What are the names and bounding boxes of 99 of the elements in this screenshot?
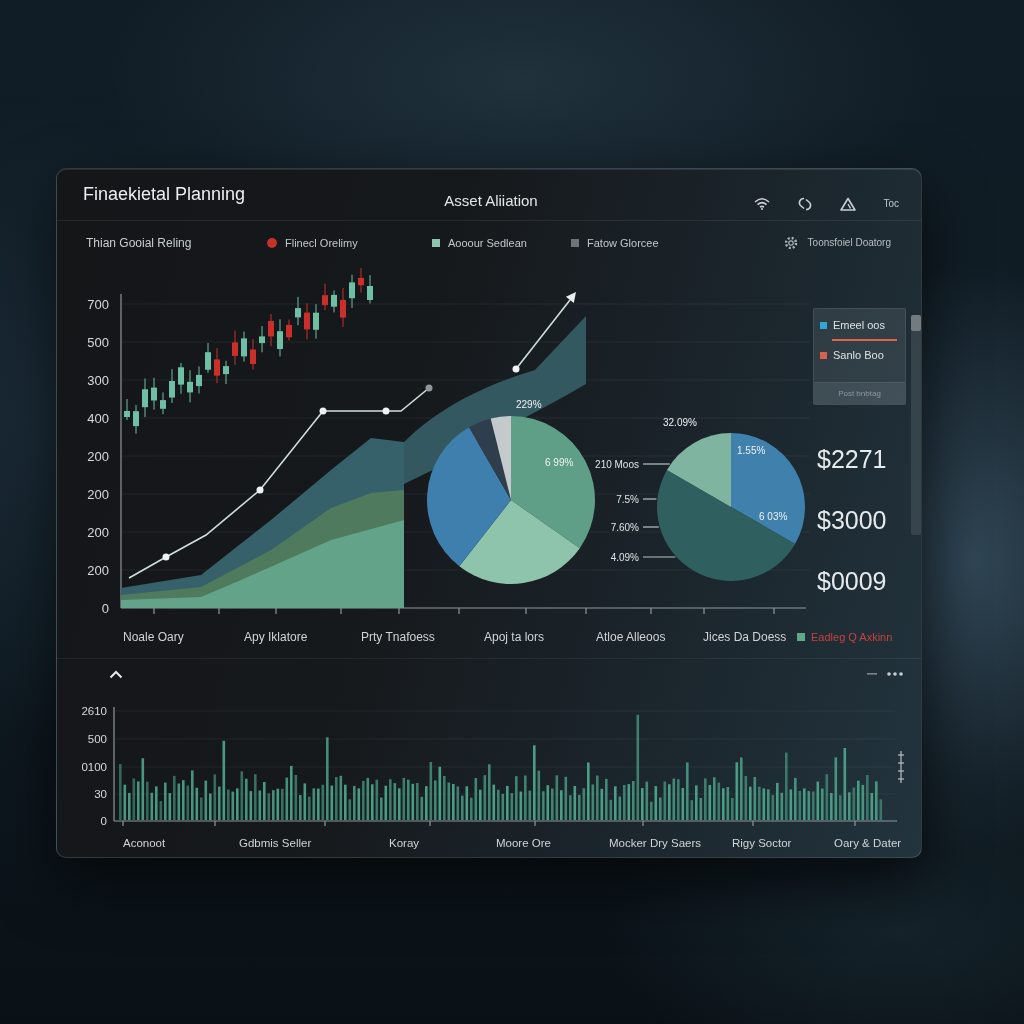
legend-label: Eadleg Q Axkinn <box>811 631 893 644</box>
dashboard-title: Finaekietal Planning <box>83 184 246 206</box>
callout-label: 7.5% <box>616 493 639 505</box>
candlestick <box>232 330 238 366</box>
axis-label: Mocker Dry Saers <box>609 837 702 849</box>
axis-label: Jices Da Doess <box>703 630 787 645</box>
candlestick <box>250 338 256 371</box>
section-title: Asset Aliiation <box>444 191 538 210</box>
candlestick <box>178 362 184 395</box>
candlestick <box>223 360 229 385</box>
data-point <box>425 384 433 392</box>
candlestick <box>331 290 337 313</box>
candlestick <box>367 274 373 304</box>
minimize-icon[interactable] <box>867 672 877 676</box>
candlestick <box>286 319 292 342</box>
candlestick <box>259 325 265 353</box>
candlestick <box>313 303 319 340</box>
scrollbar-track[interactable] <box>911 315 921 536</box>
candlestick <box>304 302 310 340</box>
axis-label: Noale Oary <box>123 630 184 645</box>
leader-line <box>642 556 676 558</box>
data-point <box>382 407 390 415</box>
amount-value: $0009 <box>817 566 887 598</box>
candlestick <box>151 377 157 411</box>
axis-label: 500 <box>87 334 109 350</box>
candlestick <box>340 287 346 328</box>
axis-label: 200 <box>87 486 109 502</box>
axis-label: Oary & Dater <box>834 837 902 849</box>
candlestick <box>277 318 283 357</box>
axis-label: Atloe Alleoos <box>596 630 666 645</box>
axis-label: 400 <box>87 410 109 426</box>
axis-label: 2610 <box>81 705 107 717</box>
refresh-icon[interactable] <box>797 196 814 211</box>
candlestick <box>187 369 193 403</box>
axis-label: Aconoot <box>123 837 166 849</box>
data-point <box>256 486 264 494</box>
axis-label: 500 <box>87 733 107 745</box>
pie-label: 1.55% <box>737 445 766 457</box>
callout-label: 210 Moos <box>595 458 639 470</box>
candlestick <box>169 368 175 404</box>
caption-text: Thian Gooial Reling <box>86 235 193 250</box>
wifi-icon[interactable] <box>754 197 771 211</box>
more-icon[interactable] <box>887 672 903 676</box>
candlestick <box>160 391 166 415</box>
candlestick <box>214 347 220 384</box>
legend-swatch-icon <box>797 633 805 642</box>
axis-label: 0100 <box>81 761 107 773</box>
legend-label: Fatow Glorcee <box>587 236 659 249</box>
axis-label: 0 <box>100 815 107 827</box>
axis-label: 200 <box>87 524 109 540</box>
axis-label: Apoj ta lors <box>484 630 545 645</box>
pie-label: 6 99% <box>545 457 574 469</box>
scrollbar-thumb[interactable] <box>911 315 921 332</box>
scale-marker-icon <box>897 750 905 784</box>
settings-icon[interactable] <box>783 235 798 250</box>
candlestick <box>205 342 211 374</box>
pie-label: 229% <box>516 399 542 411</box>
axis-label: 200 <box>87 448 109 464</box>
candlestick <box>241 331 247 363</box>
callout-label: 7.60% <box>610 521 639 533</box>
axis-label: 200 <box>87 562 109 578</box>
pie-label: 32.09% <box>663 417 697 429</box>
axis-label: Apy Iklatore <box>244 630 308 645</box>
data-point <box>512 365 520 373</box>
callout-label: 4.09% <box>610 551 639 563</box>
axis-label: 30 <box>94 788 107 800</box>
axis-label: Koray <box>389 837 420 849</box>
leader-line <box>642 498 657 500</box>
settings-label: Toonsfoiel Doatorg <box>807 237 891 249</box>
pie-label: 6 03% <box>759 511 788 523</box>
leader-line <box>642 526 660 528</box>
candlestick <box>268 313 274 347</box>
legend-label: Flinecl Orelimy <box>285 236 358 249</box>
card-item-label: Emeel oos <box>833 319 885 332</box>
card-item-label: Sanlo Boo <box>833 349 884 362</box>
axis-label: 300 <box>87 372 109 388</box>
axis-label: Rigy Soctor <box>732 837 792 849</box>
axis-label: Prty Tnafoess <box>361 630 435 645</box>
candlestick <box>358 267 364 294</box>
candlestick <box>133 404 139 435</box>
axis-label: 700 <box>87 296 109 312</box>
data-point <box>319 407 327 415</box>
candlestick <box>142 378 148 418</box>
axis-label: 0 <box>101 600 109 616</box>
axis-label: Gdbmis Seller <box>239 837 312 849</box>
triangle-icon[interactable] <box>840 196 857 211</box>
amount-value: $3000 <box>817 505 887 537</box>
candlestick <box>124 398 130 421</box>
leader-line <box>642 463 671 465</box>
data-point <box>162 553 170 561</box>
candlestick <box>349 274 355 309</box>
candlestick <box>295 296 301 326</box>
caret-icon[interactable] <box>109 669 123 679</box>
axis-label: Moore Ore <box>496 837 551 849</box>
candlestick <box>196 365 202 395</box>
menu-link[interactable]: Toc <box>883 198 899 210</box>
amount-value: $2271 <box>817 444 887 476</box>
candlestick <box>322 283 328 311</box>
legend-label: Aooour Sedlean <box>448 236 527 249</box>
